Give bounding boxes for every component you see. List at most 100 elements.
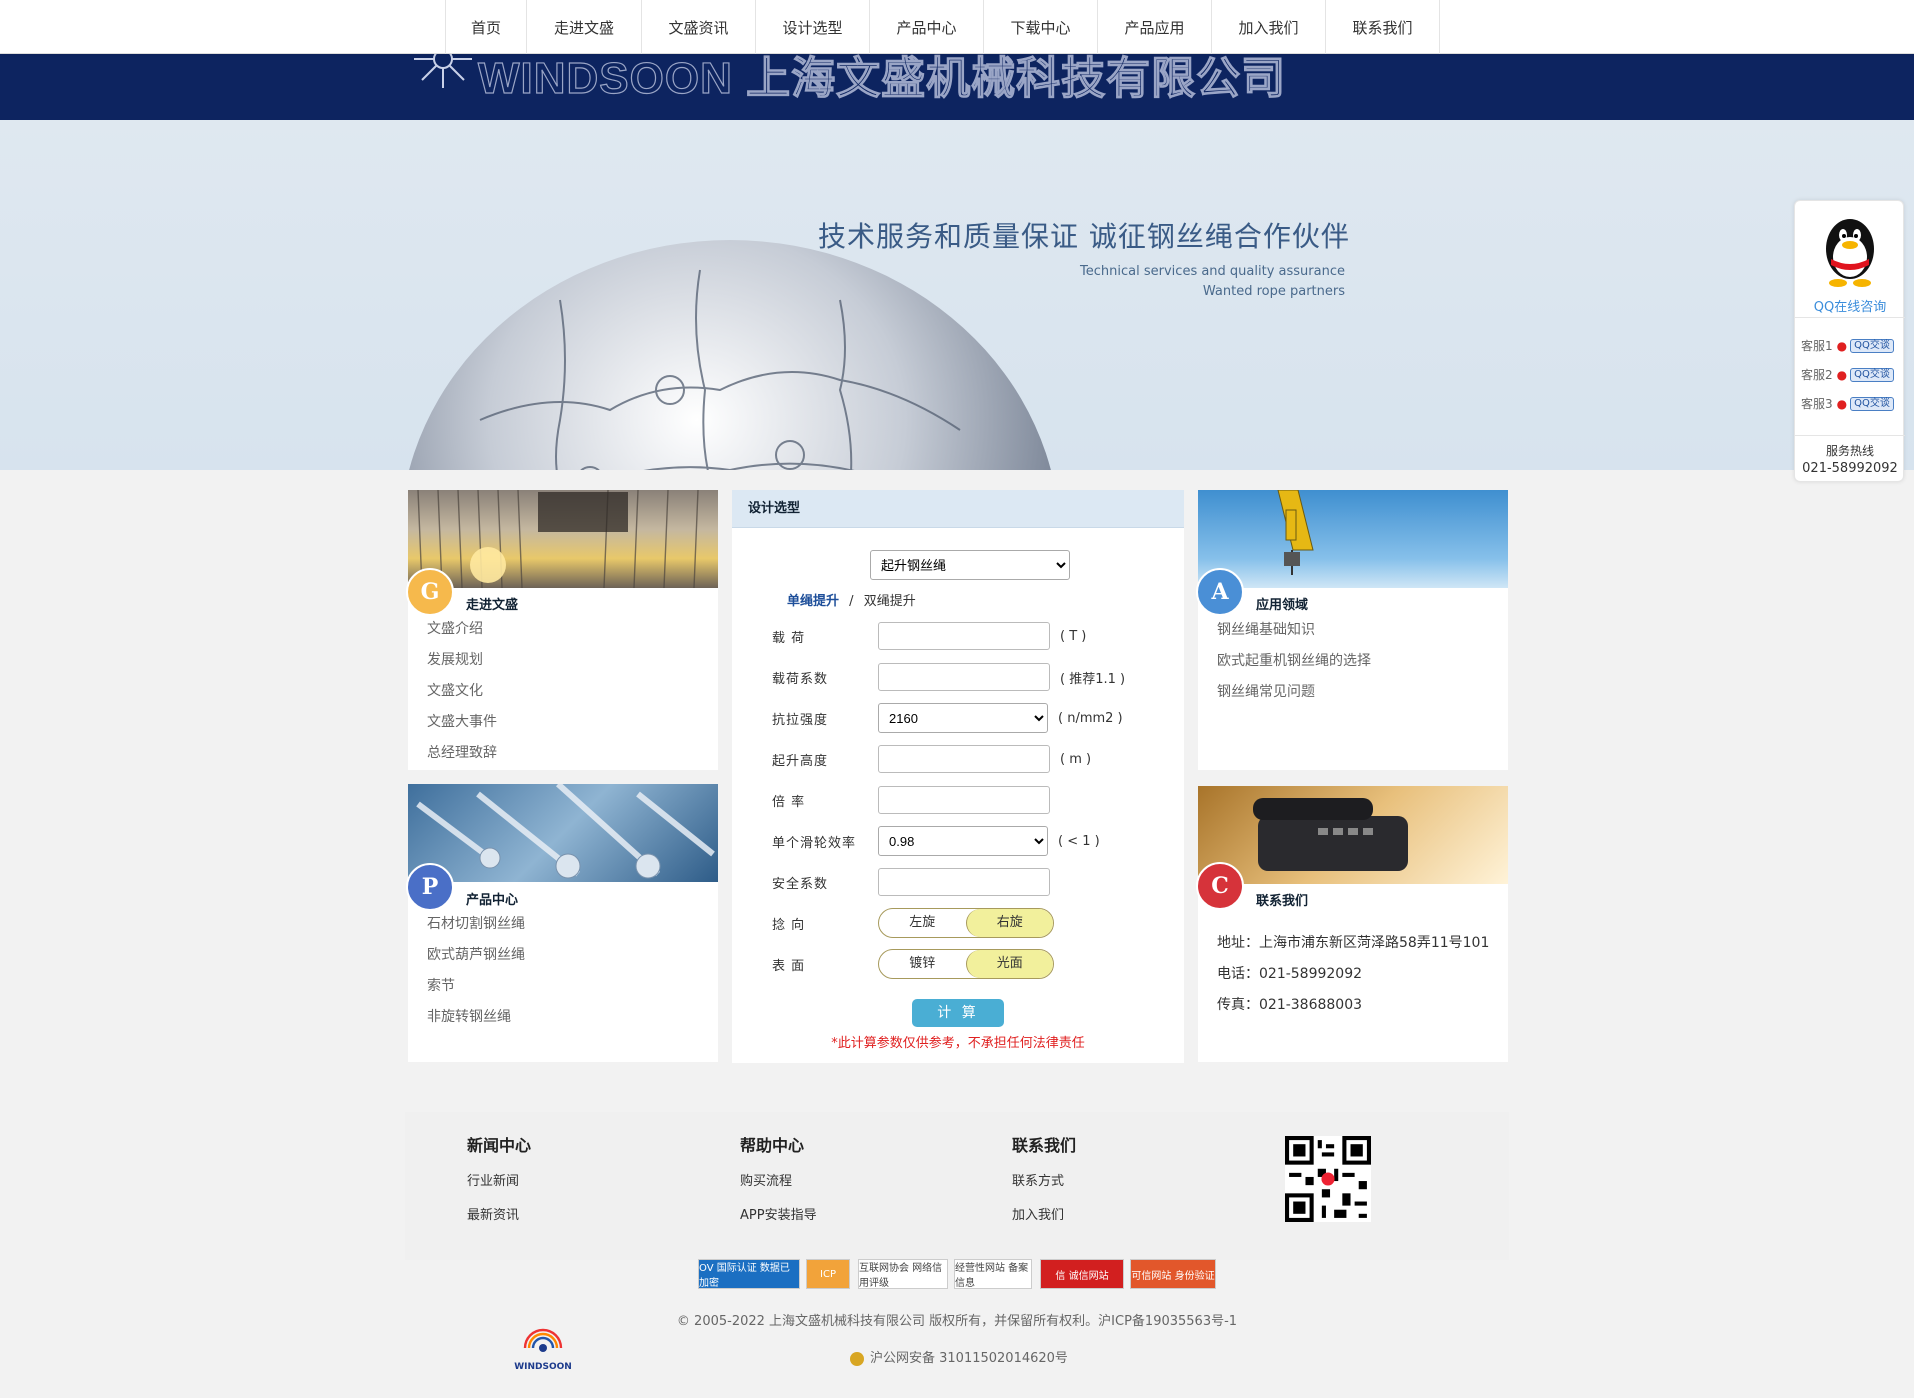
tensile-select[interactable]: 2160 <box>878 703 1048 733</box>
about-item-intro[interactable]: 文盛介绍 <box>427 614 497 645</box>
about-item-plan[interactable]: 发展规划 <box>427 645 497 676</box>
footer-help-purchase[interactable]: 购买流程 <box>740 1170 817 1204</box>
pulley-select[interactable]: 0.98 <box>878 826 1048 856</box>
footer-logo-text: WINDSOON <box>514 1362 572 1372</box>
contact-fax: 传真：021-38688003 <box>1217 997 1363 1013</box>
copyright-text: © 2005-2022 上海文盛机械科技有限公司 版权所有，并保留所有权利。沪I… <box>676 1314 1238 1329</box>
mode-double-lift[interactable]: 双绳提升 <box>864 594 916 609</box>
app-item-european-crane[interactable]: 欧式起重机钢丝绳的选择 <box>1217 646 1371 677</box>
footer-help-app-install[interactable]: APP安装指导 <box>740 1204 817 1238</box>
calculate-button[interactable]: 计 算 <box>912 999 1004 1027</box>
load-input[interactable] <box>878 622 1050 650</box>
footer-contact-join[interactable]: 加入我们 <box>1012 1204 1076 1238</box>
ratio-input[interactable] <box>878 786 1050 814</box>
lay-row: 捻 向 左旋 右旋 <box>772 908 1054 938</box>
qq-caption: QQ在线咨询 <box>1813 300 1887 315</box>
height-input[interactable] <box>878 745 1050 773</box>
qq-chat-button-3[interactable]: QQ交谈 <box>1850 396 1894 411</box>
police-filing-text: 沪公网安备 31011502014620号 <box>870 1351 1068 1366</box>
footer-news-industry[interactable]: 行业新闻 <box>467 1170 531 1204</box>
lay-left-option[interactable]: 左旋 <box>879 909 966 937</box>
mode-separator: / <box>849 594 854 609</box>
footer-contact-column: 联系我们 联系方式 加入我们 <box>1012 1132 1076 1238</box>
surface-galvanized-option[interactable]: 镀锌 <box>879 950 966 978</box>
load-factor-unit: ( 推荐1.1 ) <box>1060 671 1126 687</box>
nav-download[interactable]: 下载中心 <box>983 0 1097 54</box>
trust-badge-credit-rating[interactable]: 互联网协会 网络信用评级 <box>858 1259 948 1289</box>
qq-service-3-label: 客服3 <box>1801 397 1833 411</box>
qq-service-1: 客服1 ● QQ交谈 <box>1801 337 1894 354</box>
qq-chat-panel: QQ在线咨询 客服1 ● QQ交谈 客服2 ● QQ交谈 客服3 ● QQ交谈 服务热线 0… <box>1794 200 1905 482</box>
telephone-image <box>1253 798 1408 871</box>
nav-home[interactable]: 首页 <box>445 0 526 54</box>
trust-badge-icp[interactable]: ICP <box>806 1259 850 1289</box>
footer-help-title: 帮助中心 <box>740 1136 805 1155</box>
nav-applications[interactable]: 产品应用 <box>1097 0 1211 54</box>
products-title: 产品中心 <box>466 893 519 908</box>
header-band: WINDSOON 上海文盛机械科技有限公司 <box>0 54 1914 120</box>
trust-badge-filing[interactable]: 经营性网站 备案信息 <box>954 1259 1032 1289</box>
nav-design[interactable]: 设计选型 <box>755 0 869 54</box>
products-list: 石材切割钢丝绳 欧式葫芦钢丝绳 索节 非旋转钢丝绳 <box>427 909 525 1033</box>
footer-news-column: 新闻中心 行业新闻 最新资讯 <box>467 1132 531 1238</box>
footer-news-latest[interactable]: 最新资讯 <box>467 1204 531 1238</box>
contact-phone: 电话：021-58992092 <box>1217 966 1363 982</box>
app-item-basics[interactable]: 钢丝绳基础知识 <box>1217 615 1371 646</box>
trust-badge-ov[interactable]: OV 国际认证 数据已加密 <box>698 1259 800 1289</box>
load-factor-input[interactable] <box>878 663 1050 691</box>
applications-title: 应用领域 <box>1256 598 1309 613</box>
windsoon-footer-logo-icon <box>523 1328 563 1352</box>
qq-chat-button-2[interactable]: QQ交谈 <box>1850 367 1894 382</box>
qq-service-3: 客服3 ● QQ交谈 <box>1801 395 1894 412</box>
lay-right-option[interactable]: 右旋 <box>965 909 1053 937</box>
banner-slogan-en-line2: Wanted rope partners <box>1202 284 1345 299</box>
nav-about[interactable]: 走进文盛 <box>526 0 641 54</box>
trust-badge-integrity[interactable]: 信 诚信网站 <box>1040 1259 1124 1289</box>
about-item-ceo[interactable]: 总经理致辞 <box>427 738 497 769</box>
qq-chat-button-1[interactable]: QQ交谈 <box>1850 338 1894 353</box>
police-filing[interactable]: 沪公网安备 31011502014620号 <box>850 1347 1068 1366</box>
applications-badge: A <box>1196 568 1244 616</box>
qq-hotline-number: 021-58992092 <box>1802 461 1898 476</box>
contact-panel: C 联系我们 地址：上海市浦东新区菏泽路58弄11号101 电话：021-589… <box>1196 786 1508 1062</box>
steel-wire-photo <box>408 490 718 588</box>
safety-input[interactable] <box>878 868 1050 896</box>
height-label: 起升高度 <box>772 753 829 769</box>
product-item-rope-socket[interactable]: 索节 <box>427 971 525 1002</box>
applications-list: 钢丝绳基础知识 欧式起重机钢丝绳的选择 钢丝绳常见问题 <box>1217 615 1371 708</box>
about-panel: G 走进文盛 文盛介绍 发展规划 文盛文化 文盛大事件 总经理致辞 <box>406 490 718 770</box>
about-item-culture[interactable]: 文盛文化 <box>427 676 497 707</box>
product-item-non-rotating[interactable]: 非旋转钢丝绳 <box>427 1002 525 1033</box>
product-item-european-hoist[interactable]: 欧式葫芦钢丝绳 <box>427 940 525 971</box>
puzzle-globe-image <box>409 240 1051 470</box>
trust-badge-verified[interactable]: 可信网站 身份验证 <box>1130 1259 1216 1289</box>
tensile-row: 抗拉强度 2160 ( n/mm2 ) <box>772 703 1123 733</box>
qq-mini-icon: ● <box>1836 338 1848 353</box>
pulley-label: 单个滑轮效率 <box>772 835 857 851</box>
load-label: 载 荷 <box>772 630 806 646</box>
safety-row: 安全系数 <box>772 867 1050 897</box>
nav-news[interactable]: 文盛资讯 <box>641 0 755 54</box>
surface-bright-option[interactable]: 光面 <box>965 950 1053 978</box>
nav-join[interactable]: 加入我们 <box>1211 0 1325 54</box>
banner-slogan-en: Technical services and quality assurance… <box>1040 262 1345 302</box>
mode-single-lift[interactable]: 单绳提升 <box>787 594 839 609</box>
qq-hotline: 服务热线 021-58992092 <box>1795 435 1905 478</box>
about-item-events[interactable]: 文盛大事件 <box>427 707 497 738</box>
lay-toggle: 左旋 右旋 <box>878 908 1054 938</box>
height-unit: ( m ) <box>1060 751 1092 767</box>
app-item-faq[interactable]: 钢丝绳常见问题 <box>1217 677 1371 708</box>
applications-panel: A 应用领域 钢丝绳基础知识 欧式起重机钢丝绳的选择 钢丝绳常见问题 <box>1196 490 1508 770</box>
logo-text: WINDSOON 上海文盛机械科技有限公司 <box>477 54 1287 104</box>
product-item-stone-cutting[interactable]: 石材切割钢丝绳 <box>427 909 525 940</box>
nav-contact[interactable]: 联系我们 <box>1325 0 1440 54</box>
nav-products[interactable]: 产品中心 <box>869 0 983 54</box>
footer-contact-methods[interactable]: 联系方式 <box>1012 1170 1076 1204</box>
rope-type-select[interactable]: 起升钢丝绳 <box>870 550 1070 580</box>
windsoon-logo-icon <box>414 54 472 88</box>
contact-badge: C <box>1196 862 1244 910</box>
about-list: 文盛介绍 发展规划 文盛文化 文盛大事件 总经理致辞 <box>427 614 497 769</box>
top-nav: 首页 走进文盛 文盛资讯 设计选型 产品中心 下载中心 产品应用 加入我们 联系… <box>0 0 1914 54</box>
qq-mini-icon: ● <box>1836 367 1848 382</box>
pulley-unit: ( < 1 ) <box>1058 833 1100 849</box>
